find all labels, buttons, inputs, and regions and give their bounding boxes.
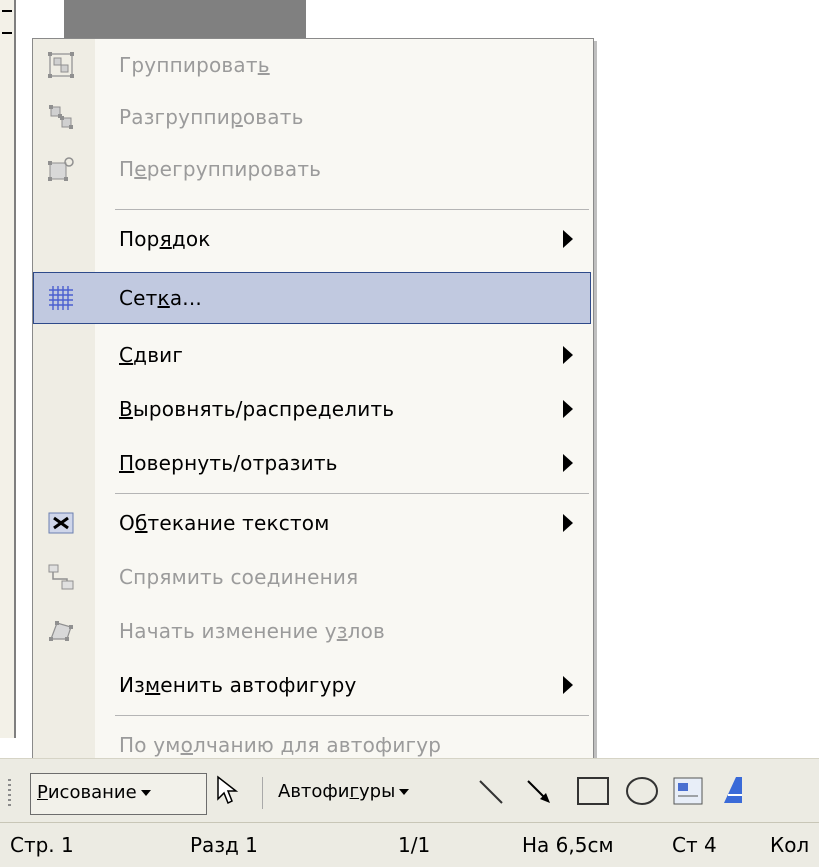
regroup-icon [47,155,75,183]
menu-separator [115,493,589,494]
status-page-count: 1/1 [398,833,431,857]
status-section: Разд 1 [190,833,258,857]
ungroup-icon [47,103,75,131]
drawing-menu-label: Рисование [37,782,151,803]
status-line: Ст 4 [672,833,717,857]
line-tool-icon[interactable] [476,777,506,812]
chevron-down-icon [140,790,151,796]
menu-item-label: Порядок [119,227,211,251]
toolbar-separator [262,777,263,809]
menu-item-label: Сетка... [119,286,202,310]
menu-item-rotate-flip[interactable]: Повернуть/отразить [33,437,591,489]
arrow-tool-icon[interactable] [524,777,554,812]
menu-item-label: Перегруппировать [119,157,322,181]
text-wrap-icon [47,509,75,537]
vertical-ruler [0,0,16,738]
group-icon [47,51,75,79]
submenu-arrow-icon [563,514,573,532]
menu-item-label: Изменить автофигуру [119,673,357,697]
menu-separator [115,209,589,210]
menu-item-label: Выровнять/распределить [119,397,395,421]
menu-item-label: Разгруппировать [119,105,304,129]
menu-item-grid[interactable]: Сетка... [33,272,591,324]
text-box-tool-icon[interactable] [672,775,704,812]
submenu-arrow-icon [563,230,573,248]
menu-item-nudge[interactable]: Сдвиг [33,329,591,381]
status-position: На 6,5см [522,833,614,857]
menu-item-label: Повернуть/отразить [119,451,338,475]
menu-item-order[interactable]: Порядок [33,213,591,265]
autoshapes-button[interactable]: Автофигуры [278,781,410,802]
menu-item-ungroup[interactable]: Разгруппировать [33,91,591,143]
status-column: Кол [770,833,810,857]
drawing-toolbar: Рисование Автофигуры [0,758,819,823]
submenu-arrow-icon [563,676,573,694]
chevron-down-icon [399,789,410,795]
document-margin-area [64,0,306,38]
edit-points-icon [47,617,75,645]
menu-item-label: Сдвиг [119,343,184,367]
submenu-arrow-icon [563,346,573,364]
grid-icon [47,284,75,312]
status-page: Стр. 1 [10,833,74,857]
submenu-arrow-icon [563,400,573,418]
menu-item-label: Спрямить соединения [119,565,359,589]
rectangle-tool-icon[interactable] [576,775,610,812]
wordart-tool-icon[interactable] [720,773,754,812]
menu-item-regroup[interactable]: Перегруппировать [33,143,591,195]
menu-item-label: Обтекание текстом [119,511,330,535]
drawing-menu: Группировать Разгруппировать Перегруппир… [32,38,594,775]
connector-icon [47,563,75,591]
menu-item-group[interactable]: Группировать [33,39,591,91]
toolbar-grip[interactable] [8,779,11,809]
submenu-arrow-icon [563,454,573,472]
menu-item-text-wrapping[interactable]: Обтекание текстом [33,497,591,549]
status-bar: Стр. 1 Разд 1 1/1 На 6,5см Ст 4 Кол [0,822,819,867]
menu-item-label: Группировать [119,53,270,77]
menu-item-label: По умолчанию для автофигур [119,733,442,757]
menu-item-label: Начать изменение узлов [119,619,386,643]
menu-item-edit-points[interactable]: Начать изменение узлов [33,605,591,657]
menu-separator [115,715,589,716]
menu-item-align-distribute[interactable]: Выровнять/распределить [33,383,591,435]
drawing-menu-button[interactable]: Рисование [30,773,207,815]
menu-item-change-autoshape[interactable]: Изменить автофигуру [33,659,591,711]
select-objects-icon[interactable] [214,775,240,810]
oval-tool-icon[interactable] [624,775,660,812]
menu-item-straighten-connectors[interactable]: Спрямить соединения [33,551,591,603]
